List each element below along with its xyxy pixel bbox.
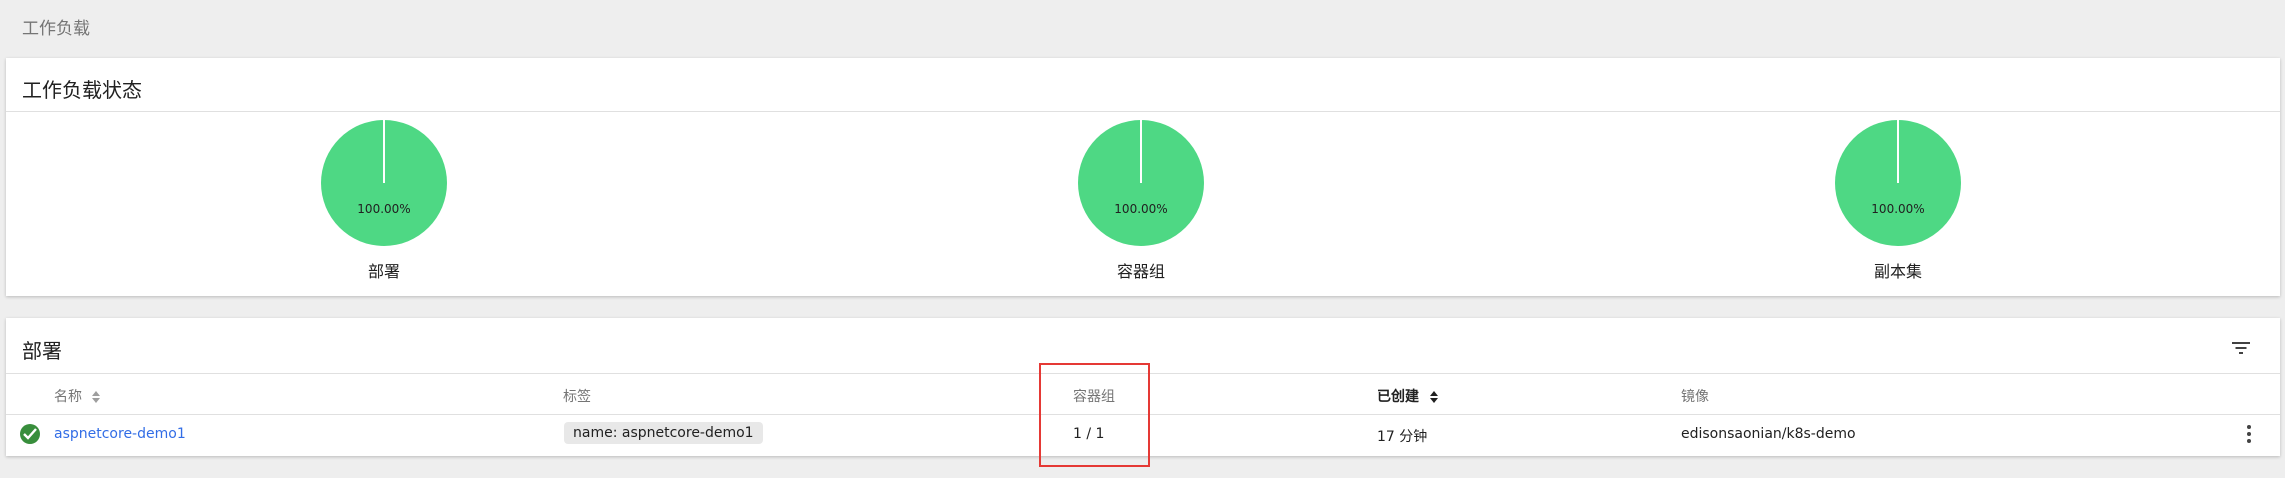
pie-title: 容器组 (1116, 262, 1165, 281)
column-header-label: 已创建 (1377, 389, 1419, 405)
sort-icon[interactable] (92, 391, 101, 403)
pie-percent-label: 100.00% (1114, 202, 1168, 216)
pie-title: 部署 (367, 262, 400, 281)
highlight-box (1039, 363, 1150, 467)
sort-icon[interactable] (1429, 391, 1438, 403)
column-header-name[interactable]: 名称 (54, 386, 101, 406)
pie-title: 副本集 (1873, 262, 1922, 281)
workload-status-card: 工作负载状态 100.00% 部署 100.00% 容器组 100.00% 副本… (6, 58, 2280, 296)
divider (6, 111, 2280, 112)
pie-chart-deployments[interactable]: 100.00% 部署 (294, 120, 474, 282)
deployment-name-link[interactable]: aspnetcore-demo1 (54, 426, 186, 442)
pie-chart: 100.00% (321, 120, 447, 246)
check-circle-icon (20, 424, 40, 444)
pie-percent-label: 100.00% (357, 202, 411, 216)
breadcrumb: 工作负载 (22, 19, 90, 39)
pie-start-line (1140, 120, 1142, 183)
deployments-title: 部署 (22, 339, 62, 363)
pie-percent-label: 100.00% (1871, 202, 1925, 216)
pie-chart: 100.00% (1835, 120, 1961, 246)
pie-start-line (383, 120, 385, 183)
pie-chart-replicasets[interactable]: 100.00% 副本集 (1808, 120, 1988, 282)
workload-status-title: 工作负载状态 (22, 78, 142, 102)
column-header-label: 名称 (54, 389, 82, 405)
column-header-created[interactable]: 已创建 (1377, 386, 1438, 406)
column-header-labels: 标签 (563, 389, 591, 405)
label-chip: name: aspnetcore-demo1 (564, 422, 763, 444)
created-age: 17 分钟 (1377, 429, 1428, 445)
pie-start-line (1897, 120, 1899, 183)
column-header-image: 镜像 (1681, 389, 1709, 405)
pie-chart-pods[interactable]: 100.00% 容器组 (1051, 120, 1231, 282)
image-name: edisonsaonian/k8s-demo (1681, 426, 1856, 442)
more-vert-icon[interactable] (2246, 424, 2252, 444)
filter-icon[interactable] (2230, 338, 2252, 358)
pie-chart: 100.00% (1078, 120, 1204, 246)
